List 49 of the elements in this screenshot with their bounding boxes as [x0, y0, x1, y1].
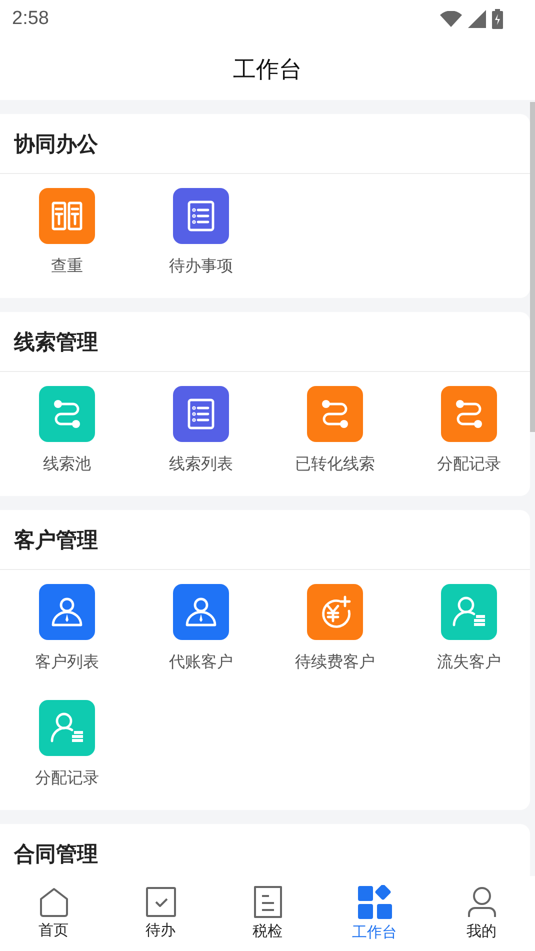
- section-title: 合同管理: [14, 840, 98, 868]
- app-label[interactable]: 分配记录: [35, 768, 99, 788]
- nav-tab[interactable]: 工作台: [321, 876, 428, 951]
- checkbox-icon: [146, 887, 176, 917]
- app-tile[interactable]: [39, 188, 95, 244]
- person-coins-icon: [49, 711, 85, 745]
- section-title: 线索管理: [14, 328, 98, 356]
- nav-tab[interactable]: 待办: [107, 876, 214, 951]
- app-label[interactable]: 待续费客户: [295, 652, 375, 672]
- nav-tab[interactable]: 税检: [214, 876, 321, 951]
- status-time: 2:58: [12, 8, 49, 30]
- app-label[interactable]: 线索列表: [169, 454, 233, 474]
- app-tile[interactable]: [39, 584, 95, 640]
- app-tile[interactable]: [173, 386, 229, 442]
- list-icon: [186, 199, 216, 233]
- person-icon: [466, 886, 496, 918]
- app-tile[interactable]: [441, 584, 497, 640]
- page-title: 工作台: [233, 56, 302, 84]
- wifi-icon: [440, 11, 462, 27]
- list-icon: [186, 397, 216, 431]
- nav-tab[interactable]: 我的: [428, 876, 535, 951]
- app-label[interactable]: 代账客户: [169, 652, 233, 672]
- section-title: 客户管理: [14, 526, 98, 554]
- person-icon: [50, 595, 84, 629]
- app-tile[interactable]: [39, 700, 95, 756]
- battery-icon: [492, 9, 503, 29]
- app-label[interactable]: 客户列表: [35, 652, 99, 672]
- signal-icon: [468, 10, 486, 28]
- document-icon: [254, 886, 282, 918]
- app-label[interactable]: 查重: [51, 256, 83, 276]
- app-tile[interactable]: [173, 188, 229, 244]
- app-tile[interactable]: [173, 584, 229, 640]
- app-label[interactable]: 流失客户: [437, 652, 501, 672]
- app-label[interactable]: 已转化线索: [295, 454, 375, 474]
- home-icon: [38, 887, 70, 917]
- person-coins-icon: [451, 595, 487, 629]
- app-tile[interactable]: [441, 386, 497, 442]
- scrollbar[interactable]: [530, 102, 535, 432]
- nav-tab[interactable]: 首页: [0, 876, 107, 951]
- section-title: 协同办公: [14, 130, 98, 158]
- app-tile[interactable]: [39, 386, 95, 442]
- app-tile[interactable]: [307, 584, 363, 640]
- app-label[interactable]: 线索池: [43, 454, 91, 474]
- books-icon: [50, 199, 84, 233]
- person-icon: [184, 595, 218, 629]
- app-tile[interactable]: [307, 386, 363, 442]
- apps-icon: [358, 885, 392, 919]
- app-label[interactable]: 待办事项: [169, 256, 233, 276]
- app-label[interactable]: 分配记录: [437, 454, 501, 474]
